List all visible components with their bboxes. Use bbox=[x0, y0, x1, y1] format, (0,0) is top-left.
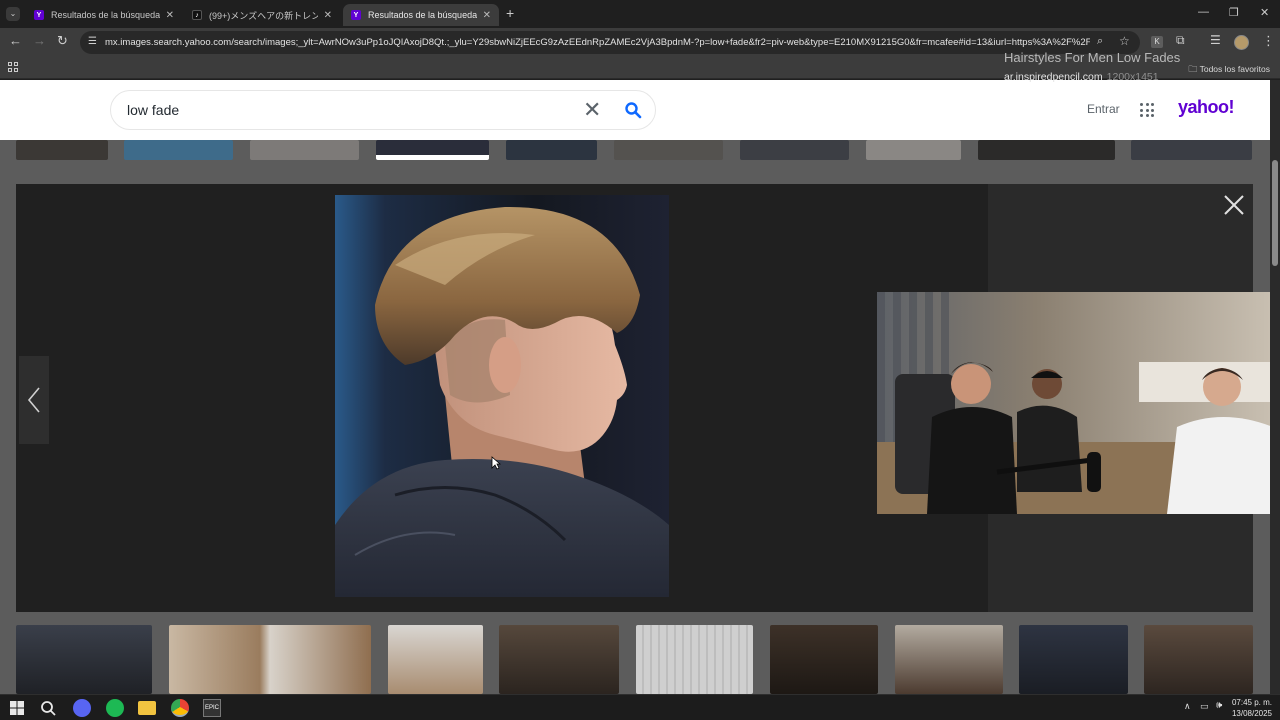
epic-games-app-icon[interactable]: EPIC bbox=[203, 699, 221, 717]
clear-search-icon[interactable]: ✕ bbox=[583, 97, 601, 123]
clock-time: 07:45 p. m. bbox=[1231, 698, 1272, 707]
yahoo-favicon-icon: Y bbox=[351, 10, 361, 20]
extensions-puzzle-icon[interactable]: ⧉ bbox=[1176, 33, 1185, 48]
close-tab-icon[interactable]: ✕ bbox=[166, 10, 174, 21]
tab-search-icon[interactable]: ⌄ bbox=[6, 7, 20, 21]
result-thumbnail[interactable] bbox=[124, 140, 233, 160]
restore-icon[interactable]: ❐ bbox=[1229, 6, 1239, 19]
site-info-icon[interactable]: ☰ bbox=[88, 36, 97, 47]
extension-k-icon[interactable]: K bbox=[1151, 36, 1163, 48]
source-domain-link[interactable]: ar.inspiredpencil.com bbox=[1004, 71, 1103, 83]
reading-list-icon[interactable]: ☰ bbox=[1210, 33, 1221, 47]
result-thumbnail[interactable] bbox=[499, 625, 619, 694]
spotify-app-icon[interactable] bbox=[106, 699, 124, 717]
minimize-icon[interactable]: — bbox=[1198, 6, 1209, 18]
scrollbar-thumb[interactable] bbox=[1272, 160, 1278, 266]
tiktok-favicon-icon: ♪ bbox=[192, 10, 202, 20]
all-bookmarks-label: Todos los favoritos bbox=[1199, 64, 1270, 74]
windows-taskbar: EPIC ∧ ▭ 🕪 07:45 p. m. 13/08/2025 bbox=[0, 694, 1280, 720]
result-thumbnail[interactable] bbox=[16, 140, 108, 160]
yahoo-apps-grid-icon[interactable] bbox=[1140, 103, 1154, 117]
reload-icon[interactable]: ↻ bbox=[57, 33, 68, 49]
show-hidden-icons-icon[interactable]: ∧ bbox=[1184, 701, 1191, 712]
zoom-icon[interactable]: ⌕ bbox=[1097, 35, 1103, 48]
signin-link[interactable]: Entrar bbox=[1087, 102, 1120, 116]
result-thumbnail[interactable] bbox=[866, 140, 961, 160]
result-thumbnail[interactable] bbox=[506, 140, 597, 160]
tab-title: Resultados de la búsqueda de bbox=[368, 10, 477, 20]
result-thumbnail[interactable] bbox=[16, 625, 152, 694]
previous-image-button[interactable] bbox=[19, 356, 49, 444]
page-scrollbar[interactable] bbox=[1270, 80, 1280, 694]
image-source[interactable]: ar.inspiredpencil.com 1200x1451 bbox=[1004, 71, 1159, 83]
result-thumbnail-selected[interactable] bbox=[376, 140, 489, 160]
result-thumbnail[interactable] bbox=[1019, 625, 1128, 694]
bookmark-star-icon[interactable]: ☆ bbox=[1119, 34, 1130, 48]
windows-start-icon[interactable] bbox=[8, 699, 26, 717]
close-tab-icon[interactable]: ✕ bbox=[483, 10, 491, 21]
result-thumbnail[interactable] bbox=[250, 140, 359, 160]
result-thumbnail[interactable] bbox=[978, 140, 1115, 160]
result-thumbnail[interactable] bbox=[740, 140, 849, 160]
mouse-cursor-icon bbox=[491, 456, 501, 470]
close-viewer-icon[interactable] bbox=[1221, 192, 1247, 218]
discord-app-icon[interactable] bbox=[73, 699, 91, 717]
search-box[interactable]: low fade ✕ bbox=[110, 90, 656, 130]
apps-grid-icon[interactable] bbox=[8, 62, 18, 72]
image-title: Hairstyles For Men Low Fades bbox=[1004, 50, 1181, 65]
result-thumbnail[interactable] bbox=[1131, 140, 1252, 160]
volume-icon[interactable]: 🕪 bbox=[1216, 700, 1222, 711]
result-thumbnail[interactable] bbox=[895, 625, 1003, 694]
image-dimensions: 1200x1451 bbox=[1106, 71, 1159, 83]
tab-title: Resultados de la búsqueda de bbox=[51, 10, 160, 20]
result-thumbnail[interactable] bbox=[614, 140, 723, 160]
search-icon[interactable] bbox=[624, 101, 642, 119]
clock-date: 13/08/2025 bbox=[1231, 709, 1272, 718]
window-close-icon[interactable]: ✕ bbox=[1260, 6, 1269, 19]
result-thumbnail[interactable] bbox=[770, 625, 878, 694]
result-thumbnail[interactable] bbox=[1144, 625, 1253, 694]
network-icon[interactable]: ▭ bbox=[1200, 701, 1209, 712]
taskbar-clock[interactable]: 07:45 p. m. 13/08/2025 bbox=[1232, 697, 1272, 719]
back-arrow-icon[interactable]: ← bbox=[9, 33, 22, 48]
all-bookmarks-link[interactable]: 🗀 Todos los favoritos bbox=[1188, 62, 1270, 78]
result-thumbnail[interactable] bbox=[636, 625, 753, 694]
profile-avatar[interactable] bbox=[1234, 35, 1249, 50]
folder-icon: 🗀 bbox=[1188, 64, 1198, 74]
chevron-left-icon bbox=[27, 387, 40, 413]
yahoo-logo[interactable]: yahoo! bbox=[1178, 97, 1235, 118]
tab-yahoo-results-1[interactable]: Y Resultados de la búsqueda de ✕ bbox=[26, 4, 182, 26]
yahoo-favicon-icon: Y bbox=[34, 10, 44, 20]
search-input[interactable]: low fade bbox=[127, 102, 179, 118]
new-tab-icon[interactable]: + bbox=[506, 5, 514, 21]
result-thumbnail[interactable] bbox=[388, 625, 483, 694]
chrome-app-icon[interactable] bbox=[171, 699, 189, 717]
address-bar[interactable]: ☰ mx.images.search.yahoo.com/search/imag… bbox=[80, 31, 1140, 54]
browser-tab-strip: ⌄ Y Resultados de la búsqueda de ✕ ♪ (99… bbox=[0, 0, 1280, 28]
tab-yahoo-results-active[interactable]: Y Resultados de la búsqueda de ✕ bbox=[343, 4, 499, 26]
preview-image[interactable] bbox=[335, 195, 669, 597]
tab-title: (99+)メンズヘアの新トレンド: エンド bbox=[209, 10, 318, 21]
tab-tiktok[interactable]: ♪ (99+)メンズヘアの新トレンド: エンド ✕ bbox=[184, 4, 340, 26]
taskbar-search-icon[interactable] bbox=[39, 699, 57, 717]
close-tab-icon[interactable]: ✕ bbox=[324, 10, 332, 21]
result-thumbnail[interactable] bbox=[169, 625, 371, 694]
yahoo-header: low fade ✕ Entrar yahoo! bbox=[0, 80, 1270, 140]
url-text[interactable]: mx.images.search.yahoo.com/search/images… bbox=[105, 37, 1090, 48]
forward-arrow-icon[interactable]: → bbox=[33, 33, 46, 48]
floating-video-player[interactable] bbox=[877, 292, 1273, 514]
file-explorer-icon[interactable] bbox=[138, 701, 156, 715]
chrome-menu-icon[interactable]: ⋮ bbox=[1262, 33, 1275, 49]
